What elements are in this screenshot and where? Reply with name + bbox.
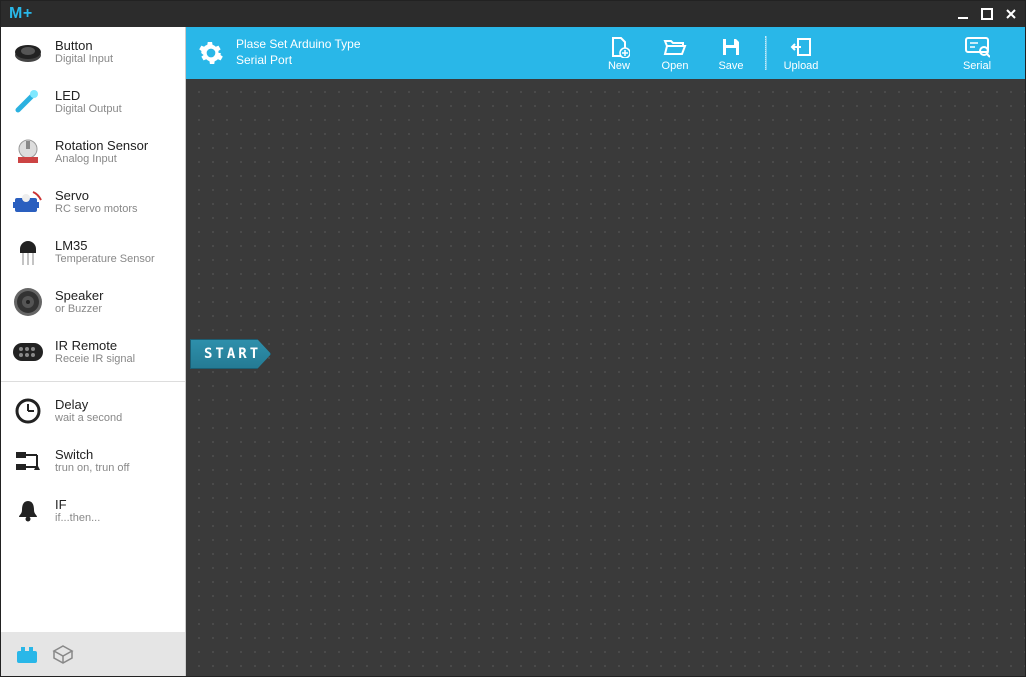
blocks-tab-icon[interactable] [15, 643, 39, 665]
status-text: Plase Set Arduino Type Serial Port [236, 37, 361, 68]
button-label: Save [718, 60, 743, 72]
sidebar-item-lm35[interactable]: LM35 Temperature Sensor [1, 227, 185, 277]
app-logo: M+ [9, 5, 33, 23]
start-block[interactable]: START [190, 339, 271, 369]
minimize-icon[interactable] [957, 8, 969, 20]
sidebar-item-title: IF [55, 497, 100, 513]
sidebar-list: Button Digital Input LED Digital Output [1, 27, 185, 632]
sidebar-item-switch[interactable]: Switch trun on, trun off [1, 436, 185, 486]
sidebar-item-sub: Analog Input [55, 153, 148, 166]
sidebar-item-title: LED [55, 88, 122, 104]
titlebar: M+ [1, 1, 1025, 27]
close-icon[interactable] [1005, 8, 1017, 20]
sidebar-item-sub: wait a second [55, 412, 122, 425]
ir-remote-icon [11, 335, 45, 369]
button-label: New [608, 60, 630, 72]
sidebar-item-led[interactable]: LED Digital Output [1, 77, 185, 127]
sidebar-item-title: LM35 [55, 238, 155, 254]
sidebar-footer [1, 632, 185, 676]
save-icon [720, 34, 742, 60]
new-file-icon [608, 34, 630, 60]
sidebar-item-title: Servo [55, 188, 138, 204]
sidebar-item-speaker[interactable]: Speaker or Buzzer [1, 277, 185, 327]
gear-icon[interactable] [198, 40, 224, 66]
toolbar: Plase Set Arduino Type Serial Port New [186, 27, 1025, 79]
new-button[interactable]: New [591, 27, 647, 79]
open-button[interactable]: Open [647, 27, 703, 79]
led-icon [11, 85, 45, 119]
bell-icon [11, 494, 45, 528]
window-controls [957, 8, 1017, 20]
serial-monitor-icon [964, 34, 990, 60]
upload-icon [789, 34, 813, 60]
temperature-sensor-icon [11, 235, 45, 269]
main-area: Plase Set Arduino Type Serial Port New [186, 27, 1025, 676]
button-icon [11, 35, 45, 69]
sidebar-item-irremote[interactable]: IR Remote Receie IR signal [1, 327, 185, 377]
save-button[interactable]: Save [703, 27, 759, 79]
sidebar-item-servo[interactable]: Servo RC servo motors [1, 177, 185, 227]
sidebar: Button Digital Input LED Digital Output [1, 27, 186, 676]
sidebar-item-title: IR Remote [55, 338, 135, 354]
button-label: Upload [784, 60, 819, 72]
sidebar-item-sub: Digital Output [55, 103, 122, 116]
status-line1: Plase Set Arduino Type [236, 37, 361, 53]
toolbar-separator [765, 36, 767, 70]
sidebar-item-sub: if...then... [55, 512, 100, 525]
sidebar-item-if[interactable]: IF if...then... [1, 486, 185, 536]
speaker-icon [11, 285, 45, 319]
start-block-label: START [204, 346, 261, 362]
serial-button[interactable]: Serial [949, 27, 1005, 79]
sidebar-item-rotation[interactable]: Rotation Sensor Analog Input [1, 127, 185, 177]
servo-icon [11, 185, 45, 219]
app-window: M+ Button Digita [0, 0, 1026, 677]
package-tab-icon[interactable] [51, 643, 75, 665]
switch-icon [11, 444, 45, 478]
sidebar-separator [1, 381, 185, 382]
potentiometer-icon [11, 135, 45, 169]
sidebar-item-delay[interactable]: Delay wait a second [1, 386, 185, 436]
sidebar-item-sub: trun on, trun off [55, 462, 129, 475]
clock-icon [11, 394, 45, 428]
canvas-workspace[interactable]: START [186, 79, 1025, 676]
sidebar-item-button[interactable]: Button Digital Input [1, 27, 185, 77]
button-label: Serial [963, 60, 991, 72]
sidebar-item-sub: Receie IR signal [55, 353, 135, 366]
sidebar-item-sub: or Buzzer [55, 303, 103, 316]
status-line2: Serial Port [236, 53, 361, 69]
sidebar-item-title: Button [55, 38, 113, 54]
folder-open-icon [663, 34, 687, 60]
sidebar-item-title: Delay [55, 397, 122, 413]
toolbar-actions: New Open Save [591, 27, 1025, 79]
sidebar-item-title: Speaker [55, 288, 103, 304]
button-label: Open [662, 60, 689, 72]
maximize-icon[interactable] [981, 8, 993, 20]
sidebar-item-sub: RC servo motors [55, 203, 138, 216]
upload-button[interactable]: Upload [773, 27, 829, 79]
sidebar-item-sub: Digital Input [55, 53, 113, 66]
sidebar-item-title: Switch [55, 447, 129, 463]
sidebar-item-title: Rotation Sensor [55, 138, 148, 154]
sidebar-item-sub: Temperature Sensor [55, 253, 155, 266]
